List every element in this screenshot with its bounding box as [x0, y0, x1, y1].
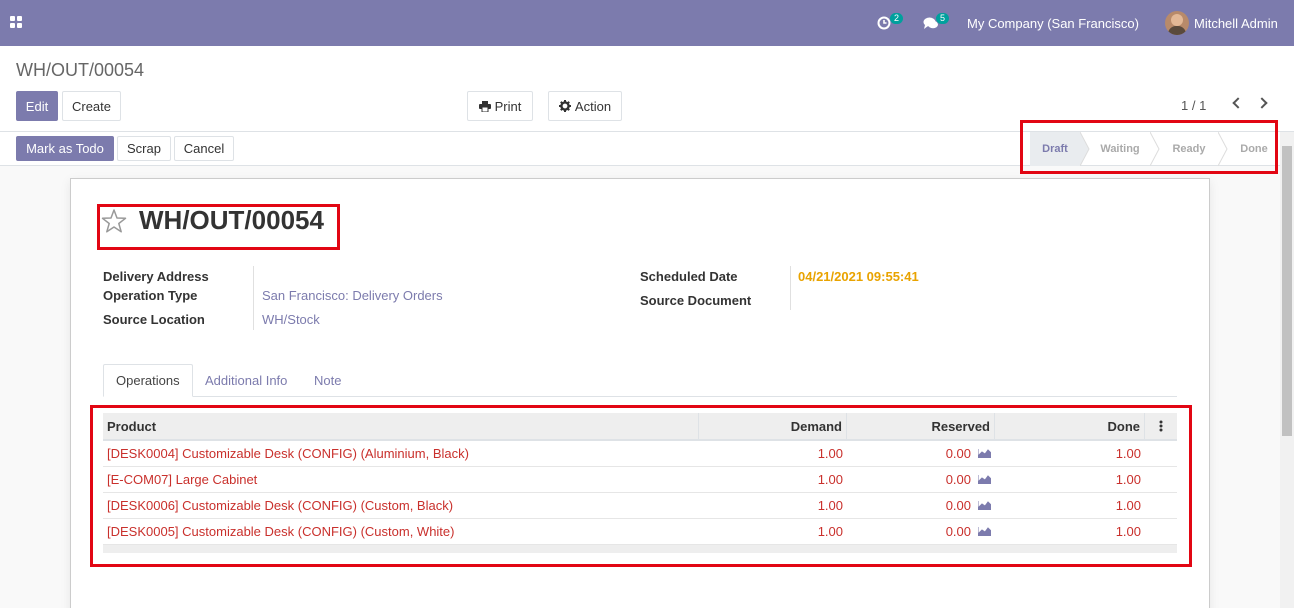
messages-button[interactable] [923, 0, 939, 46]
column-done[interactable]: Done [995, 413, 1145, 439]
user-name: Mitchell Admin [1194, 15, 1278, 31]
row-options-spacer [1145, 519, 1177, 544]
done-cell: 1.00 [1115, 446, 1141, 461]
operations-table: Product Demand Reserved Done [DESK0004] … [103, 413, 1177, 553]
user-menu[interactable]: Mitchell Admin [1165, 0, 1278, 46]
company-switcher[interactable]: My Company (San Francisco) [967, 0, 1139, 46]
top-navbar: 2 5 My Company (San Francisco) Mitchell … [0, 0, 1294, 46]
avatar [1165, 11, 1189, 35]
pager-previous-icon[interactable] [1232, 97, 1244, 109]
activity-button[interactable] [877, 0, 891, 46]
action-label: Action [574, 98, 612, 114]
demand-cell: 1.00 [817, 498, 843, 513]
apps-menu-icon[interactable] [10, 16, 23, 28]
row-options-spacer [1145, 467, 1177, 492]
stage-ready[interactable]: Ready [1160, 132, 1218, 166]
demand-cell: 1.00 [817, 524, 843, 539]
done-cell: 1.00 [1115, 498, 1141, 513]
forecast-chart-icon[interactable] [978, 501, 991, 510]
page-scrollbar[interactable] [1280, 132, 1294, 608]
row-options-spacer [1145, 493, 1177, 518]
product-cell: [DESK0006] Customizable Desk (CONFIG) (C… [107, 498, 454, 513]
reserved-value: 0.00 [945, 446, 971, 461]
breadcrumb: WH/OUT/00054 [16, 60, 145, 80]
reserved-value: 0.00 [945, 498, 971, 513]
done-cell: 1.00 [1115, 472, 1141, 487]
product-cell: [E-COM07] Large Cabinet [107, 472, 258, 487]
source-location-label: Source Location [103, 312, 205, 327]
reserved-value: 0.00 [945, 524, 971, 539]
record-title: WH/OUT/00054 [139, 205, 324, 235]
stage-label: Draft [1042, 143, 1068, 155]
tab-operations[interactable]: Operations [103, 364, 193, 397]
stage-divider [1080, 132, 1090, 166]
stage-done[interactable]: Done [1228, 132, 1280, 166]
table-row[interactable]: [DESK0006] Customizable Desk (CONFIG) (C… [103, 493, 1177, 519]
product-cell: [DESK0005] Customizable Desk (CONFIG) (C… [107, 524, 455, 539]
field-divider [253, 266, 254, 330]
forecast-chart-icon[interactable] [978, 475, 991, 484]
print-label: Print [494, 98, 522, 114]
messages-count-badge: 5 [936, 13, 950, 24]
stage-divider [1218, 132, 1228, 166]
kebab-icon [1159, 420, 1163, 432]
source-document-label: Source Document [640, 293, 752, 308]
column-options-icon[interactable] [1145, 413, 1177, 439]
edit-button[interactable]: Edit [16, 91, 58, 121]
product-cell: [DESK0004] Customizable Desk (CONFIG) (A… [107, 446, 469, 461]
delivery-address-label: Delivery Address [103, 269, 209, 284]
scheduled-date-label: Scheduled Date [640, 269, 738, 284]
reserved-cell: 0.00 [847, 467, 995, 492]
stage-waiting[interactable]: Waiting [1090, 132, 1150, 166]
statusbar: Mark as Todo Scrap Cancel Draft Waiting … [0, 132, 1294, 166]
reserved-cell: 0.00 [847, 441, 995, 466]
column-product[interactable]: Product [103, 413, 699, 439]
stage-label: Waiting [1100, 143, 1140, 155]
table-row[interactable]: [DESK0005] Customizable Desk (CONFIG) (C… [103, 519, 1177, 545]
cancel-button[interactable]: Cancel [174, 136, 234, 161]
stage-divider [1150, 132, 1160, 166]
mark-as-todo-button[interactable]: Mark as Todo [16, 136, 114, 161]
tab-additional-info[interactable]: Additional Info [193, 364, 299, 397]
operation-type-label: Operation Type [103, 288, 198, 303]
create-button[interactable]: Create [62, 91, 121, 121]
star-icon[interactable] [101, 208, 127, 234]
table-row[interactable]: [DESK0004] Customizable Desk (CONFIG) (A… [103, 441, 1177, 467]
column-demand[interactable]: Demand [699, 413, 847, 439]
column-reserved[interactable]: Reserved [847, 413, 995, 439]
source-location-value[interactable]: WH/Stock [262, 312, 320, 327]
gear-icon [558, 100, 571, 112]
clock-icon [877, 16, 891, 30]
reserved-cell: 0.00 [847, 519, 995, 544]
demand-cell: 1.00 [817, 472, 843, 487]
scrollbar-thumb[interactable] [1282, 146, 1292, 436]
reserved-cell: 0.00 [847, 493, 995, 518]
demand-cell: 1.00 [817, 446, 843, 461]
printer-icon [478, 100, 491, 112]
table-row[interactable]: [E-COM07] Large Cabinet 1.00 0.00 1.00 [103, 467, 1177, 493]
field-divider [790, 266, 791, 310]
row-options-spacer [1145, 441, 1177, 466]
scheduled-date-value[interactable]: 04/21/2021 09:55:41 [798, 269, 919, 284]
table-header: Product Demand Reserved Done [103, 413, 1177, 441]
pager-value[interactable]: 1 / 1 [1181, 98, 1206, 113]
stage-pipeline: Draft Waiting Ready Done [1030, 132, 1280, 166]
activity-count-badge: 2 [890, 13, 904, 24]
tab-note[interactable]: Note [302, 364, 353, 397]
done-cell: 1.00 [1115, 524, 1141, 539]
reserved-value: 0.00 [945, 472, 971, 487]
print-button[interactable]: Print [467, 91, 533, 121]
stage-draft[interactable]: Draft [1030, 132, 1080, 166]
forecast-chart-icon[interactable] [978, 449, 991, 458]
scrap-button[interactable]: Scrap [117, 136, 171, 161]
control-panel: WH/OUT/00054 Edit Create Print Action 1 … [0, 46, 1294, 132]
operation-type-value[interactable]: San Francisco: Delivery Orders [262, 288, 443, 303]
action-button[interactable]: Action [548, 91, 622, 121]
stage-label: Ready [1172, 143, 1206, 155]
pager-next-icon[interactable] [1256, 97, 1268, 109]
forecast-chart-icon[interactable] [978, 527, 991, 536]
table-footer [103, 545, 1177, 553]
stage-label: Done [1240, 143, 1268, 155]
